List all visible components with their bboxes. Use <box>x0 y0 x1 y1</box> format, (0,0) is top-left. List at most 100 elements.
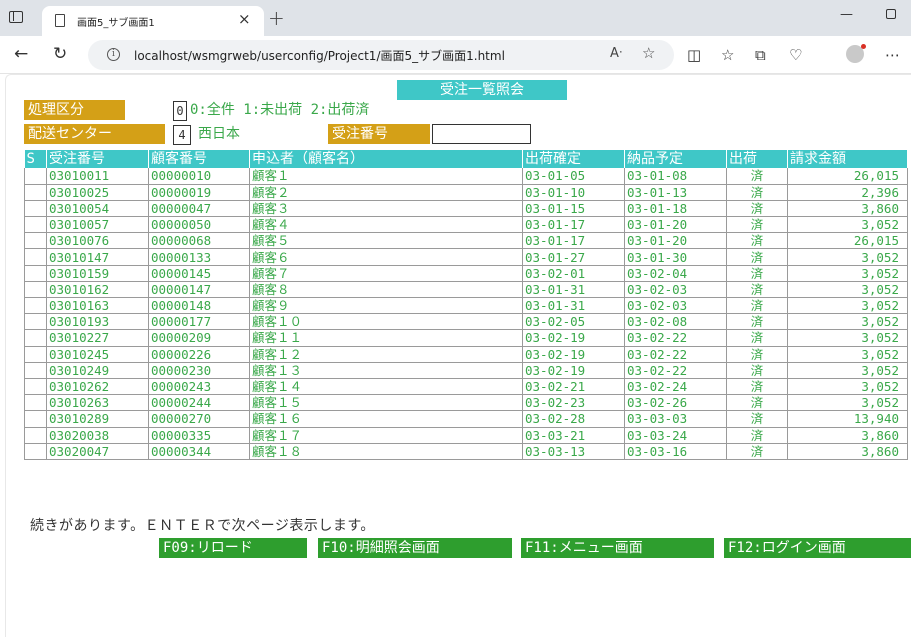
split-screen-icon[interactable]: ◫ <box>687 46 701 64</box>
table-row[interactable]: 03010054 00000047 顧客３ 03-01-15 03-01-18 済 3,86… <box>24 200 908 218</box>
favorites-icon[interactable]: ☆ <box>721 46 734 64</box>
table-row[interactable]: 03010147 00000133 顧客６ 03-01-27 03-01-30 済 3,05… <box>24 248 908 266</box>
cell-amount: 3,052 <box>787 216 908 234</box>
cell-select[interactable] <box>24 265 47 282</box>
cell-customer-no: 00000133 <box>148 248 250 266</box>
cell-amount: 3,052 <box>787 394 908 412</box>
cell-amount: 26,015 <box>787 232 908 250</box>
cell-select[interactable] <box>24 378 47 396</box>
process-input[interactable]: 0 <box>173 101 187 121</box>
address-bar[interactable]: i localhost/wsmgrweb/userconfig/Project1… <box>88 40 674 70</box>
cell-shipped: 済 <box>726 443 788 460</box>
cell-select[interactable] <box>24 427 47 444</box>
cell-customer-name: 顧客２ <box>249 184 523 201</box>
cell-select[interactable] <box>24 232 47 250</box>
cell-ship-date: 03-01-31 <box>522 297 625 315</box>
cell-select[interactable] <box>24 281 47 299</box>
cell-customer-no: 00000344 <box>148 443 250 460</box>
f11-menu-button[interactable]: F11:メニュー画面 <box>521 538 714 558</box>
cell-delivery-date: 03-02-22 <box>624 362 727 379</box>
cell-select[interactable] <box>24 168 47 185</box>
table-row[interactable]: 03010193 00000177 顧客１０ 03-02-05 03-02-08 済 3,0… <box>24 313 908 331</box>
cell-select[interactable] <box>24 443 47 460</box>
cell-select[interactable] <box>24 313 47 331</box>
maximize-icon[interactable] <box>886 9 896 19</box>
info-icon[interactable]: i <box>107 48 120 61</box>
table-row[interactable]: 03010011 00000010 顧客１ 03-01-05 03-01-08 済 26,0… <box>24 168 908 185</box>
cell-ship-date: 03-02-28 <box>522 410 625 428</box>
collections-icon[interactable]: ⧉ <box>755 46 766 64</box>
cell-select[interactable] <box>24 248 47 266</box>
cell-ship-date: 03-01-17 <box>522 232 625 250</box>
cell-delivery-date: 03-01-13 <box>624 184 727 201</box>
cell-select[interactable] <box>24 184 47 201</box>
cell-customer-no: 00000335 <box>148 427 250 444</box>
cell-ship-date: 03-01-17 <box>522 216 625 234</box>
more-options-icon[interactable]: ⋯ <box>885 46 900 64</box>
cell-delivery-date: 03-01-20 <box>624 232 727 250</box>
favorite-star-icon[interactable]: ☆ <box>642 44 655 62</box>
table-row[interactable]: 03010249 00000230 顧客１３ 03-02-19 03-02-22 済 3,0… <box>24 362 908 379</box>
cell-ship-date: 03-01-05 <box>522 168 625 185</box>
cell-amount: 3,860 <box>787 443 908 460</box>
table-row[interactable]: 03010245 00000226 顧客１２ 03-02-19 03-02-22 済 3,0… <box>24 346 908 363</box>
browser-essentials-icon[interactable]: ♡ <box>789 46 802 64</box>
cell-delivery-date: 03-01-30 <box>624 248 727 266</box>
order-no-input[interactable] <box>432 124 531 144</box>
table-row[interactable]: 03010227 00000209 顧客１１ 03-02-19 03-02-22 済 3,0… <box>24 329 908 347</box>
f10-detail-button[interactable]: F10:明細照会画面 <box>318 538 512 558</box>
cell-order-no: 03010011 <box>46 168 149 185</box>
cell-customer-no: 00000019 <box>148 184 250 201</box>
table-row[interactable]: 03010159 00000145 顧客７ 03-02-01 03-02-04 済 3,05… <box>24 265 908 282</box>
table-row[interactable]: 03010025 00000019 顧客２ 03-01-10 03-01-13 済 2,39… <box>24 184 908 201</box>
cell-select[interactable] <box>24 362 47 379</box>
cell-select[interactable] <box>24 216 47 234</box>
browser-tab[interactable]: 画面5_サブ画面1 × <box>42 6 264 36</box>
cell-delivery-date: 03-03-03 <box>624 410 727 428</box>
table-row[interactable]: 03010076 00000068 顧客５ 03-01-17 03-01-20 済 26,0… <box>24 232 908 250</box>
f12-login-button[interactable]: F12:ログイン画面 <box>724 538 911 558</box>
cell-select[interactable] <box>24 200 47 218</box>
table-row[interactable]: 03020047 00000344 顧客１８ 03-03-13 03-03-16 済 3,8… <box>24 443 908 460</box>
cell-select[interactable] <box>24 297 47 315</box>
cell-shipped: 済 <box>726 329 788 347</box>
cell-order-no: 03010025 <box>46 184 149 201</box>
center-input[interactable]: 4 <box>173 125 191 145</box>
refresh-icon[interactable]: ↻ <box>53 44 67 64</box>
table-row[interactable]: 03020038 00000335 顧客１７ 03-03-21 03-03-24 済 3,8… <box>24 427 908 444</box>
cell-delivery-date: 03-01-08 <box>624 168 727 185</box>
cell-customer-name: 顧客１７ <box>249 427 523 444</box>
cell-amount: 3,052 <box>787 297 908 315</box>
cell-order-no: 03010057 <box>46 216 149 234</box>
cell-customer-no: 00000147 <box>148 281 250 299</box>
profile-avatar[interactable] <box>846 44 866 63</box>
table-row[interactable]: 03010262 00000243 顧客１４ 03-02-21 03-02-24 済 3,0… <box>24 378 908 396</box>
minimize-icon[interactable]: — <box>840 7 853 22</box>
f09-reload-button[interactable]: F09:リロード <box>159 538 307 558</box>
cell-amount: 3,052 <box>787 281 908 299</box>
new-tab-icon[interactable]: + <box>268 6 285 30</box>
cell-shipped: 済 <box>726 265 788 282</box>
cell-select[interactable] <box>24 410 47 428</box>
table-row[interactable]: 03010162 00000147 顧客８ 03-01-31 03-02-03 済 3,05… <box>24 281 908 299</box>
table-row[interactable]: 03010163 00000148 顧客９ 03-01-31 03-02-03 済 3,05… <box>24 297 908 315</box>
cell-shipped: 済 <box>726 216 788 234</box>
cell-customer-name: 顧客５ <box>249 232 523 250</box>
cell-order-no: 03010054 <box>46 200 149 218</box>
cell-select[interactable] <box>24 346 47 363</box>
read-aloud-icon[interactable]: Aᐧ <box>610 46 622 61</box>
cell-ship-date: 03-01-27 <box>522 248 625 266</box>
cell-ship-date: 03-03-13 <box>522 443 625 460</box>
close-tab-icon[interactable]: × <box>238 10 251 28</box>
cell-select[interactable] <box>24 394 47 412</box>
cell-ship-date: 03-02-01 <box>522 265 625 282</box>
cell-shipped: 済 <box>726 281 788 299</box>
tab-actions-icon[interactable] <box>9 11 23 23</box>
back-icon[interactable]: ← <box>14 44 28 64</box>
table-row[interactable]: 03010289 00000270 顧客１６ 03-02-28 03-03-03 済 13,… <box>24 410 908 428</box>
cell-select[interactable] <box>24 329 47 347</box>
table-row[interactable]: 03010057 00000050 顧客４ 03-01-17 03-01-20 済 3,05… <box>24 216 908 234</box>
cell-customer-no: 00000243 <box>148 378 250 396</box>
table-row[interactable]: 03010263 00000244 顧客１５ 03-02-23 03-02-26 済 3,0… <box>24 394 908 412</box>
url-text[interactable]: localhost/wsmgrweb/userconfig/Project1/画… <box>134 47 505 64</box>
